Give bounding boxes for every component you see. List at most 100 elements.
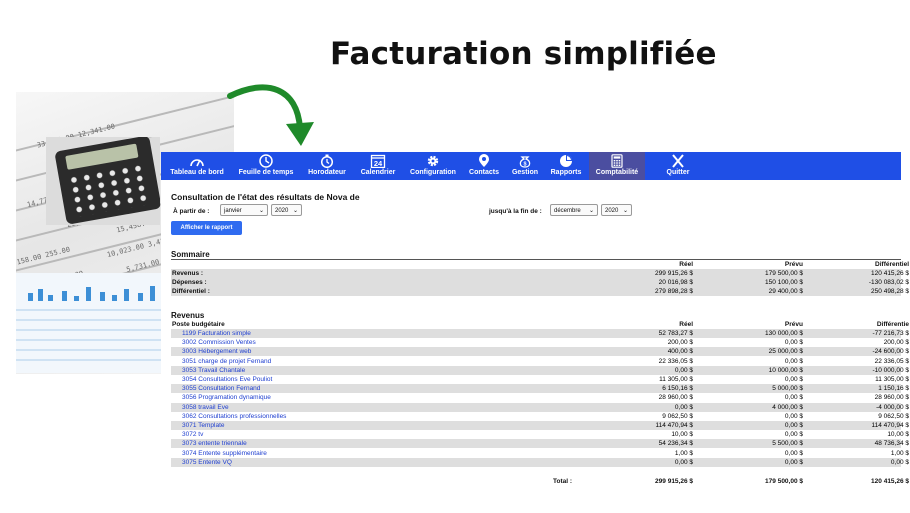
cell-reel: 114 470,94 $ bbox=[655, 422, 693, 429]
to-month-select[interactable]: décembre ⌄ bbox=[550, 204, 598, 216]
nav-quitter[interactable]: Quitter bbox=[651, 152, 705, 180]
from-month-value: janvier bbox=[224, 208, 242, 214]
cell-prevu: 29 400,00 $ bbox=[768, 288, 803, 295]
table-row: 3051 charge de projet Fernand 22 336,05 $… bbox=[171, 357, 909, 366]
budget-item-link[interactable]: 1199 Facturation simple bbox=[182, 329, 251, 338]
budget-item-link[interactable]: 3055 Consultation Fernand bbox=[182, 384, 260, 393]
budget-item-link[interactable]: 3056 Programation dynamique bbox=[182, 393, 271, 402]
main-nav-bar: Tableau de bord Feuille de temps Horodat… bbox=[161, 152, 901, 180]
cell-diff: -4 000,00 $ bbox=[876, 403, 909, 411]
col-reel-header: Réel bbox=[679, 261, 693, 268]
cell-diff: -24 600,00 $ bbox=[872, 348, 909, 356]
cell-reel: 0,00 $ bbox=[674, 403, 693, 411]
nav-tableau-de-bord[interactable]: Tableau de bord bbox=[165, 152, 229, 180]
budget-item-link[interactable]: 3071 Template bbox=[182, 421, 225, 430]
cell-reel: 279 898,28 $ bbox=[655, 288, 693, 295]
cell-diff: 1 150,16 $ bbox=[878, 385, 909, 393]
cell-reel: 54 236,34 $ bbox=[658, 440, 693, 448]
nav-label: Rapports bbox=[550, 169, 582, 176]
budget-item-link[interactable]: 3058 travail Eve bbox=[182, 403, 229, 412]
budget-item-link[interactable]: 3003 Hébergement web bbox=[182, 347, 251, 356]
budget-item-link[interactable]: 3075 Entente VQ bbox=[182, 458, 232, 467]
cell-diff: 10,00 $ bbox=[887, 431, 909, 439]
table-row: 3062 Consultations professionnelles 9 062… bbox=[171, 412, 909, 421]
table-row: 3074 Entente supplémentaire 1,00 $ 0,00 $ 1… bbox=[171, 449, 909, 458]
cell-reel: 6 150,16 $ bbox=[662, 385, 693, 393]
cell-diff: -130 083,02 $ bbox=[868, 279, 909, 286]
chevron-down-icon: ⌄ bbox=[292, 208, 298, 214]
cell-diff: 0,00 $ bbox=[890, 458, 909, 466]
to-label: jusqu'à la fin de : bbox=[489, 208, 542, 215]
cell-diff: 200,00 $ bbox=[883, 339, 909, 347]
gauge-icon bbox=[190, 159, 204, 167]
nav-horodateur[interactable]: Horodateur bbox=[303, 152, 351, 180]
nav-label: Gestion bbox=[511, 169, 539, 176]
cell-prevu: 0,00 $ bbox=[784, 412, 803, 420]
gear-icon bbox=[427, 155, 439, 167]
revenus-header-row: Poste budgétaire Réel Prévu Différentie bbox=[171, 320, 909, 329]
summary-row: Dépenses : 20 016,98 $ 150 100,00 $ -130 08… bbox=[171, 278, 909, 287]
calculator-image bbox=[46, 137, 160, 225]
cell-prevu: 130 000,00 $ bbox=[765, 330, 803, 337]
col-diff-header: Différentie bbox=[876, 321, 909, 328]
summary-row: Revenus : 299 915,26 $ 179 500,00 $ 120 415… bbox=[171, 269, 909, 278]
col-poste-header: Poste budgétaire bbox=[172, 321, 225, 328]
budget-item-link[interactable]: 3002 Commission Ventes bbox=[182, 338, 256, 347]
cell-prevu: 0,00 $ bbox=[784, 376, 803, 383]
cell-prevu: 0,00 $ bbox=[784, 394, 803, 402]
table-row: 3073 entente triennale 54 236,34 $ 5 500,0… bbox=[171, 439, 909, 449]
table-row: 3002 Commission Ventes 200,00 $ 0,00 $ 200,… bbox=[171, 338, 909, 347]
nav-gestion[interactable]: $ Gestion bbox=[507, 152, 543, 180]
summary-heading: Sommaire bbox=[171, 250, 210, 259]
cell-diff: 250 498,28 $ bbox=[871, 288, 909, 295]
col-reel-header: Réel bbox=[679, 321, 693, 328]
nav-feuille-de-temps[interactable]: Feuille de temps bbox=[233, 152, 299, 180]
budget-item-link[interactable]: 3062 Consultations professionnelles bbox=[182, 412, 286, 421]
chevron-down-icon: ⌄ bbox=[588, 208, 594, 214]
nav-configuration[interactable]: Configuration bbox=[405, 152, 461, 180]
nav-label: Configuration bbox=[410, 169, 456, 176]
cell-diff: 22 336,05 $ bbox=[874, 357, 909, 365]
nav-label: Feuille de temps bbox=[238, 169, 294, 176]
to-year-select[interactable]: 2020 ⌄ bbox=[601, 204, 632, 216]
cell-prevu: 5 000,00 $ bbox=[772, 385, 803, 393]
cell-reel: 9 062,50 $ bbox=[662, 412, 693, 420]
chevron-down-icon: ⌄ bbox=[622, 208, 628, 214]
cell-diff: 1,00 $ bbox=[890, 449, 909, 457]
from-year-select[interactable]: 2020 ⌄ bbox=[271, 204, 302, 216]
budget-item-link[interactable]: 3073 entente triennale bbox=[182, 439, 247, 448]
nav-calendrier[interactable]: 24 Calendrier bbox=[355, 152, 401, 180]
to-year-value: 2020 bbox=[605, 208, 619, 214]
report-title: Consultation de l'état des résultats de … bbox=[171, 192, 360, 202]
from-month-select[interactable]: janvier ⌄ bbox=[220, 204, 268, 216]
nav-comptabilite[interactable]: Comptabilité bbox=[589, 152, 645, 180]
summary-row: Différentiel : 279 898,28 $ 29 400,00 $ 250… bbox=[171, 287, 909, 296]
budget-item-link[interactable]: 3054 Consultations Eve Pouliot bbox=[182, 375, 272, 384]
nav-label: Horodateur bbox=[308, 169, 346, 176]
from-label: À partir de : bbox=[173, 208, 210, 215]
cell-prevu: 150 100,00 $ bbox=[765, 279, 803, 286]
nav-contacts[interactable]: Contacts bbox=[465, 152, 503, 180]
budget-item-link[interactable]: 3072 tv bbox=[182, 430, 203, 439]
cell-prevu: 10 000,00 $ bbox=[768, 366, 803, 374]
row-label: Différentiel : bbox=[172, 288, 210, 295]
budget-item-link[interactable]: 3053 Travail Chantale bbox=[182, 366, 245, 375]
table-row: 3054 Consultations Eve Pouliot 11 305,00 … bbox=[171, 375, 909, 384]
cell-reel: 1,00 $ bbox=[674, 449, 693, 457]
clock-icon bbox=[259, 154, 273, 168]
cell-reel: 52 783,27 $ bbox=[658, 330, 693, 337]
table-row: 3053 Travail Chantale 0,00 $ 10 000,00 $ -1… bbox=[171, 365, 909, 375]
table-row: 3072 tv 10,00 $ 0,00 $ 10,00 $ bbox=[171, 430, 909, 439]
cell-reel: 200,00 $ bbox=[667, 339, 693, 347]
cell-diff: 48 736,34 $ bbox=[874, 440, 909, 448]
cell-reel: 11 305,00 $ bbox=[659, 376, 693, 383]
spreadsheet-image bbox=[16, 273, 162, 373]
from-year-value: 2020 bbox=[275, 208, 289, 214]
budget-item-link[interactable]: 3074 Entente supplémentaire bbox=[182, 449, 267, 458]
cell-reel: 0,00 $ bbox=[674, 458, 693, 466]
budget-item-link[interactable]: 3051 charge de projet Fernand bbox=[182, 357, 271, 366]
cell-prevu: 179 500,00 $ bbox=[765, 270, 803, 277]
show-report-button[interactable]: Afficher le rapport bbox=[171, 221, 242, 235]
cell-reel: 0,00 $ bbox=[674, 366, 693, 374]
nav-rapports[interactable]: Rapports bbox=[547, 152, 585, 180]
